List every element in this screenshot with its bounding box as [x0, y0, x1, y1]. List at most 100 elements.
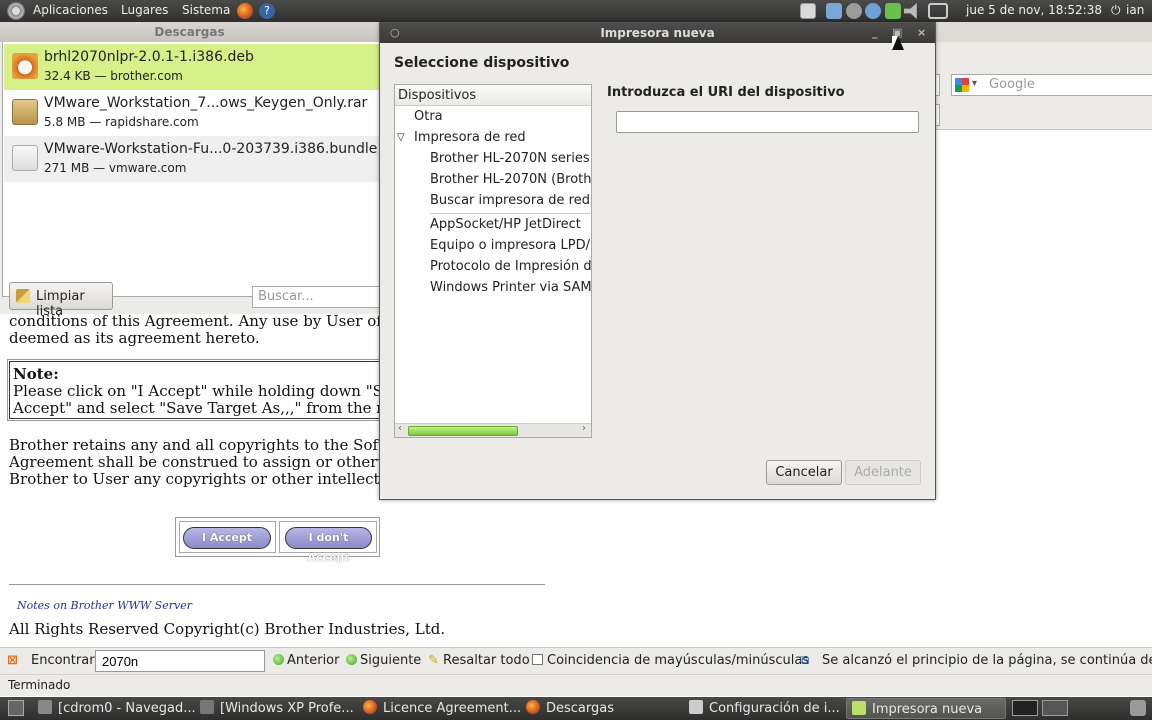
deb-package-icon [12, 53, 38, 79]
workspace-switcher[interactable] [1042, 700, 1068, 716]
window-menu-icon[interactable]: ○ [390, 23, 400, 43]
dialog-titlebar[interactable]: ○ Impresora nueva _ ▣ × [380, 23, 935, 43]
clear-list-button[interactable]: Limpiar lista [9, 282, 113, 319]
download-meta: 271 MB — vmware.com [44, 161, 187, 175]
taskbar-item[interactable]: [cdrom0 - Navegad... [38, 698, 196, 719]
window-tray-icon[interactable] [826, 3, 842, 19]
firefox-icon [363, 700, 377, 714]
file-icon [12, 145, 38, 171]
find-previous-button[interactable]: Anterior [273, 653, 339, 668]
list-item[interactable]: VMware_Workstation_7...ows_Keygen_Only.r… [4, 90, 380, 136]
taskbar-item-active[interactable]: Impresora nueva [846, 698, 1006, 719]
tree-item-network-group[interactable]: ▽ Impresora de red [395, 128, 591, 148]
highlight-icon: ✎ [428, 653, 439, 668]
tree-item-ipp[interactable]: Protocolo de Impresión de Int [395, 257, 591, 277]
highlight-all-label: Resaltar todo [443, 653, 530, 668]
menu-sistema[interactable]: Sistema [182, 3, 230, 17]
power-icon[interactable]: ⏻ [1111, 3, 1121, 18]
download-meta: 5.8 MB — rapidshare.com [44, 115, 199, 129]
minimize-icon[interactable]: _ [872, 23, 878, 43]
dialog-title: Impresora nueva [600, 26, 715, 40]
help-icon[interactable]: ? [259, 3, 275, 19]
tree-item-label: Equipo o impresora LPD/LPR [430, 238, 591, 253]
trash-icon[interactable] [1130, 700, 1146, 716]
list-item[interactable]: brhl2070nlpr-2.0.1-1.i386.deb 32.4 KB — … [4, 44, 380, 90]
find-status: Se alcanzó el principio de la página, se… [822, 653, 1152, 668]
i-dont-accept-button[interactable]: I don't Accept [285, 527, 372, 564]
tree-item-appsocket[interactable]: AppSocket/HP JetDirect [395, 215, 591, 235]
copyright-text: All Rights Reserved Copyright(c) Brother… [9, 620, 446, 638]
taskbar-item-label: Configuración de i... [709, 701, 840, 716]
tree-item-label: AppSocket/HP JetDirect [430, 217, 581, 232]
dialog-heading: Seleccione dispositivo [394, 55, 570, 71]
taskbar-item[interactable]: Descargas [526, 698, 614, 719]
tree-item-label: Protocolo de Impresión de Int [430, 259, 591, 274]
downloads-search-input[interactable]: Buscar... [252, 286, 382, 308]
match-case-checkbox[interactable]: Coincidencia de mayúsculas/minúsculas [532, 653, 809, 668]
updates-icon[interactable] [885, 3, 901, 19]
tree-header[interactable]: Dispositivos [395, 85, 591, 106]
highlight-all-button[interactable]: ✎ Resaltar todo [428, 653, 530, 668]
taskbar-item-label: Impresora nueva [872, 702, 983, 717]
horizontal-scrollbar[interactable]: ‹ › [395, 423, 591, 437]
taskbar-item[interactable]: Licence Agreement... [363, 698, 521, 719]
firefox-menubar [936, 22, 1152, 42]
show-desktop-icon[interactable] [8, 700, 24, 716]
menu-lugares[interactable]: Lugares [121, 3, 168, 17]
license-buttons: I Accept I don't Accept [175, 517, 380, 564]
scroll-left-icon[interactable]: ‹ [398, 423, 402, 434]
ubuntu-logo-icon[interactable] [7, 2, 25, 20]
checkbox-icon [532, 654, 543, 665]
firefox-launcher-icon[interactable] [237, 3, 253, 19]
close-icon[interactable]: × [917, 23, 926, 43]
match-case-label: Coincidencia de mayúsculas/minúsculas [547, 653, 810, 668]
notes-link[interactable]: Notes on Brother WWW Server [17, 599, 192, 612]
close-find-icon[interactable]: ⊠ [7, 653, 18, 668]
note-box: Note: Please click on "I Accept" while h… [7, 359, 399, 421]
tree-item-device[interactable]: Brother HL-2070N (Brother HL [395, 170, 591, 190]
i-accept-button[interactable]: I Accept [183, 527, 271, 549]
list-item[interactable]: VMware-Workstation-Fu...0-203739.i386.bu… [4, 136, 380, 182]
uri-input[interactable] [616, 111, 919, 133]
clock[interactable]: jue 5 de nov, 18:52:38 [966, 3, 1102, 17]
find-next-label: Siguiente [360, 653, 422, 668]
find-bar: ⊠ Encontrar: Anterior Siguiente ✎ Resalt… [0, 647, 1152, 674]
find-input[interactable] [95, 650, 265, 672]
forward-button[interactable]: Adelante [845, 460, 921, 485]
status-text: Terminado [8, 678, 71, 692]
google-engine-icon[interactable] [955, 78, 969, 92]
find-label: Encontrar: [31, 653, 99, 668]
volume-icon[interactable] [904, 3, 917, 19]
display-icon[interactable] [800, 3, 816, 19]
tree-item-device[interactable]: Brother HL-2070N series (192 [395, 149, 591, 169]
tree-item-samba[interactable]: Windows Printer via SAMBA [395, 278, 591, 298]
broom-icon [16, 289, 30, 303]
workspace-switcher[interactable] [1012, 700, 1038, 716]
taskbar-item-label: Licence Agreement... [383, 701, 522, 716]
tree-item-label: Buscar impresora de red [430, 193, 590, 208]
scroll-right-icon[interactable]: › [582, 423, 586, 434]
messaging-icon[interactable] [865, 3, 881, 19]
tree-item-otra[interactable]: Otra [395, 107, 591, 127]
scrollbar-thumb[interactable] [408, 426, 518, 436]
expander-icon[interactable]: ▽ [397, 132, 405, 143]
note-title: Note: [13, 365, 59, 383]
search-placeholder: Google [989, 77, 1035, 92]
tree-item-lpd[interactable]: Equipo o impresora LPD/LPR [395, 236, 591, 256]
network-tray-icon[interactable] [846, 3, 862, 19]
tree-item-find-network-printer[interactable]: Buscar impresora de red [395, 191, 591, 211]
find-next-button[interactable]: Siguiente [346, 653, 421, 668]
menu-aplicaciones[interactable]: Aplicaciones [33, 3, 108, 17]
downloads-title[interactable]: Descargas [0, 22, 379, 42]
downloads-window: Descargas brhl2070nlpr-2.0.1-1.i386.deb … [0, 22, 382, 319]
previous-icon [273, 654, 284, 665]
search-bar[interactable]: ▾ Google [951, 74, 1152, 96]
taskbar-item[interactable]: Configuración de i... [689, 698, 840, 719]
cancel-button[interactable]: Cancelar [766, 460, 842, 485]
chevron-down-icon[interactable]: ▾ [972, 78, 977, 89]
user-name[interactable]: ian [1126, 3, 1144, 17]
network-connection-icon[interactable] [928, 3, 948, 19]
uri-label: Introduzca el URI del dispositivo [607, 85, 845, 100]
taskbar-item[interactable]: [Windows XP Profe... [200, 698, 354, 719]
find-previous-label: Anterior [287, 653, 340, 668]
